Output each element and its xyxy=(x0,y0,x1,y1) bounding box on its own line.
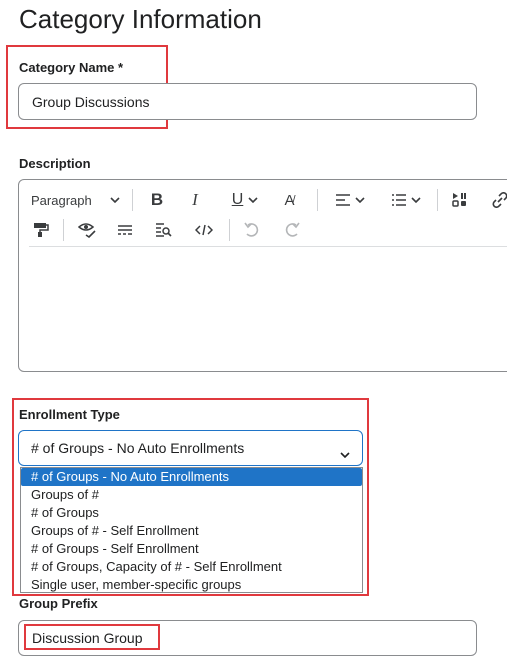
editor-divider xyxy=(29,246,507,247)
redo-icon[interactable] xyxy=(281,218,303,242)
chevron-down-icon xyxy=(110,197,120,203)
paragraph-label: Paragraph xyxy=(31,192,92,208)
page-title: Category Information xyxy=(19,4,262,34)
underline-icon[interactable]: U xyxy=(225,188,265,212)
list-icon[interactable] xyxy=(387,188,425,212)
code-icon[interactable] xyxy=(193,218,215,242)
dropdown-option[interactable]: # of Groups xyxy=(21,504,362,522)
dropdown-option[interactable]: Single user, member-specific groups xyxy=(21,576,362,594)
align-icon[interactable] xyxy=(331,188,369,212)
enrollment-type-label: Enrollment Type xyxy=(19,407,120,422)
description-content-area[interactable] xyxy=(19,248,507,371)
find-icon[interactable] xyxy=(153,218,175,242)
enrollment-type-selected: # of Groups - No Auto Enrollments xyxy=(31,440,245,456)
dropdown-option[interactable]: Groups of # - Self Enrollment xyxy=(21,522,362,540)
paragraph-dropdown[interactable]: Paragraph xyxy=(31,188,120,212)
hr-icon[interactable] xyxy=(114,218,136,242)
link-icon[interactable] xyxy=(489,188,507,212)
description-label: Description xyxy=(19,156,91,171)
chevron-down-icon xyxy=(340,445,350,461)
preview-icon[interactable] xyxy=(77,218,97,242)
category-name-value: Group Discussions xyxy=(32,93,150,110)
dropdown-option[interactable]: # of Groups - No Auto Enrollments xyxy=(21,468,362,486)
undo-icon[interactable] xyxy=(241,218,263,242)
italic-icon[interactable]: I xyxy=(185,188,205,212)
dropdown-option[interactable]: Groups of # xyxy=(21,486,362,504)
group-prefix-label: Group Prefix xyxy=(19,596,98,611)
format-painter-icon[interactable] xyxy=(31,218,51,242)
enrollment-type-options: # of Groups - No Auto Enrollments Groups… xyxy=(20,467,363,593)
category-name-input[interactable]: Group Discussions xyxy=(18,83,477,120)
toolbar-separator xyxy=(437,189,438,211)
description-editor[interactable]: Paragraph B I U A / xyxy=(18,179,507,372)
toolbar-separator xyxy=(229,219,230,241)
dropdown-option[interactable]: # of Groups - Self Enrollment xyxy=(21,540,362,558)
dropdown-option[interactable]: # of Groups, Capacity of # - Self Enroll… xyxy=(21,558,362,576)
media-icon[interactable] xyxy=(449,188,471,212)
bold-icon[interactable]: B xyxy=(147,188,167,212)
toolbar-separator xyxy=(132,189,133,211)
category-name-label: Category Name * xyxy=(19,60,124,75)
group-prefix-highlight xyxy=(24,624,160,650)
enrollment-type-select[interactable]: # of Groups - No Auto Enrollments xyxy=(18,430,363,466)
toolbar-separator xyxy=(63,219,64,241)
font-color-icon[interactable]: A / xyxy=(279,188,301,212)
toolbar-separator xyxy=(317,189,318,211)
